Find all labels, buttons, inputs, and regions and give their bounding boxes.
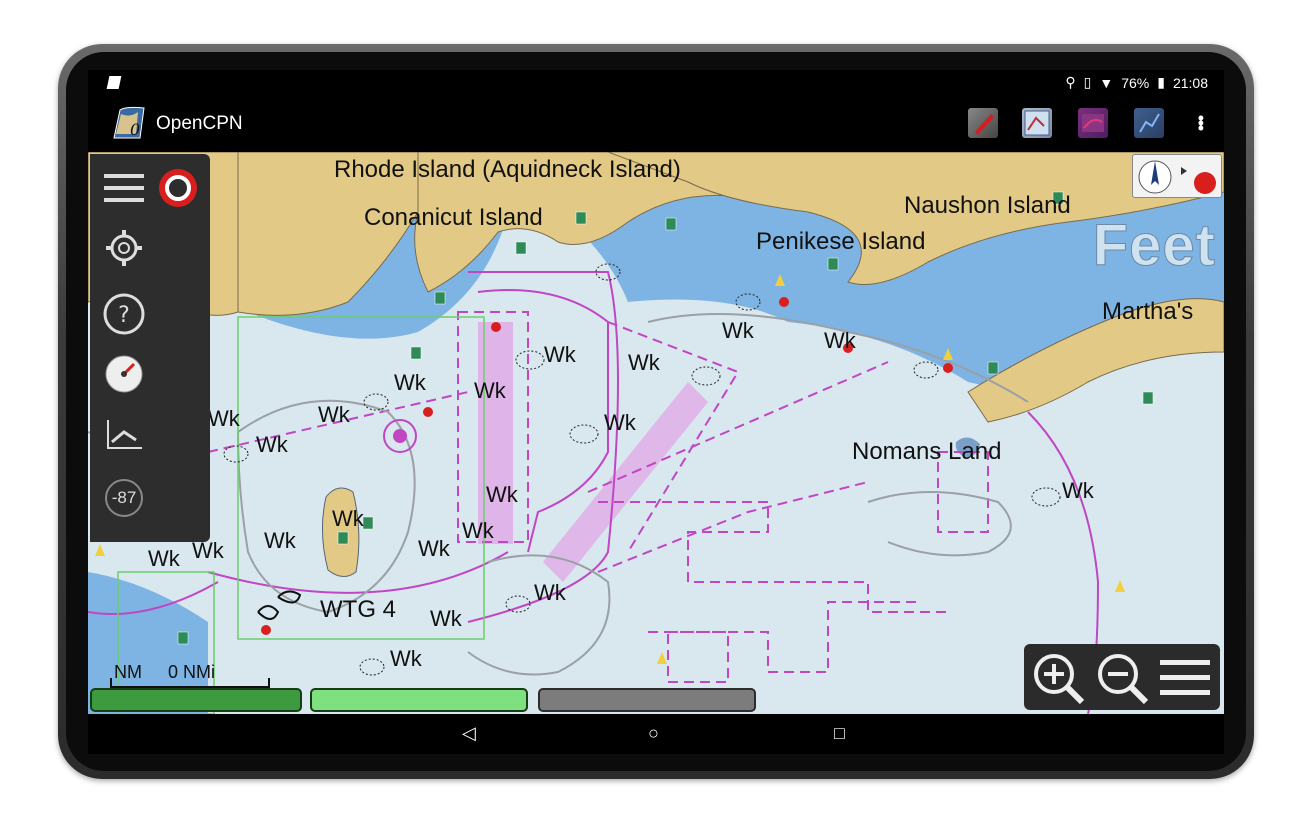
label-conanicut: Conanicut Island bbox=[364, 204, 543, 231]
lifebuoy-icon bbox=[159, 169, 197, 207]
mob-button[interactable] bbox=[154, 164, 202, 212]
wreck-label: Wk bbox=[264, 528, 296, 553]
north-arrow-icon bbox=[1138, 160, 1216, 194]
route-manager-button[interactable] bbox=[1022, 108, 1052, 138]
chart-canvas[interactable]: Rhode Island (Aquidneck Island) Conanicu… bbox=[88, 152, 1224, 714]
status-bar: ⚲ ▯ ▼ 76% ▮ 21:08 bbox=[88, 70, 1224, 96]
zoom-out-icon[interactable] bbox=[1092, 648, 1152, 708]
wreck-label: Wk bbox=[148, 546, 180, 571]
zoom-in-icon[interactable] bbox=[1028, 648, 1088, 708]
battery-icon: ▮ bbox=[1157, 74, 1165, 90]
back-icon[interactable]: ◁ bbox=[462, 723, 476, 744]
chart-bar-3[interactable] bbox=[538, 688, 756, 712]
recents-icon[interactable]: □ bbox=[834, 723, 845, 744]
label-nomans-land: Nomans Land bbox=[852, 438, 1002, 465]
compass-widget[interactable] bbox=[1132, 154, 1222, 198]
chart-bar-2[interactable] bbox=[310, 688, 528, 712]
dashboard-button[interactable] bbox=[100, 350, 148, 398]
opencpn-logo-icon: 0 bbox=[113, 106, 145, 139]
chart-bar-1[interactable] bbox=[90, 688, 302, 712]
app-title: OpenCPN bbox=[156, 113, 243, 134]
label-naushon: Naushon Island bbox=[904, 192, 1071, 219]
wifi-icon: ▼ bbox=[1099, 74, 1114, 91]
scale-bar: NM 0 NMi bbox=[110, 662, 270, 688]
wreck-label: Wk bbox=[462, 518, 494, 543]
label-rhode-island: Rhode Island (Aquidneck Island) bbox=[334, 156, 681, 183]
zoom-controls bbox=[1024, 644, 1220, 710]
overflow-menu-button[interactable]: • • • bbox=[1198, 109, 1204, 137]
wreck-label: Wk bbox=[430, 606, 462, 631]
gauge-icon bbox=[105, 355, 143, 393]
label-marthas: Martha's bbox=[1102, 298, 1194, 325]
wreck-label: Wk bbox=[318, 402, 350, 427]
svg-text:?: ? bbox=[118, 303, 130, 328]
graph-icon bbox=[107, 420, 142, 449]
ais-target-icon bbox=[975, 114, 994, 135]
svg-text:0: 0 bbox=[130, 120, 140, 139]
battery-percent: 76% bbox=[1121, 74, 1150, 91]
help-icon: ? bbox=[103, 293, 145, 335]
settings-button[interactable] bbox=[100, 224, 148, 272]
wreck-label: Wk bbox=[544, 342, 576, 367]
heading-value: -87 bbox=[111, 488, 137, 507]
clock: 21:08 bbox=[1172, 74, 1208, 91]
home-icon[interactable]: ○ bbox=[648, 723, 659, 744]
screen: ⚲ ▯ ▼ 76% ▮ 21:08 0 OpenCPN • • • Rhode … bbox=[88, 70, 1224, 754]
vibrate-icon: ▯ bbox=[1083, 74, 1092, 90]
label-wtg: WTG 4 bbox=[320, 596, 396, 623]
heading-button[interactable]: -87 bbox=[100, 474, 148, 522]
notification-icon bbox=[106, 76, 122, 89]
wreck-label: Wk bbox=[474, 378, 506, 403]
location-icon: ⚲ bbox=[1065, 74, 1076, 90]
wreck-label: Wk bbox=[628, 350, 660, 375]
menu-icon bbox=[104, 174, 144, 202]
app-bar: 0 OpenCPN • • • bbox=[88, 96, 1224, 152]
status-icons: ⚲ ▯ ▼ 76% ▮ 21:08 bbox=[1065, 74, 1208, 91]
wreck-label: Wk bbox=[722, 318, 754, 343]
tides-currents-button[interactable] bbox=[100, 410, 148, 458]
android-nav-bar: ◁ ○ □ bbox=[88, 714, 1224, 754]
wreck-label: Wk bbox=[604, 410, 636, 435]
wreck-label: Wk bbox=[256, 432, 288, 457]
draw-route-icon bbox=[1139, 113, 1160, 133]
wreck-label: Wk bbox=[1062, 478, 1094, 503]
label-penikese: Penikese Island bbox=[756, 228, 926, 255]
wreck-label: Wk bbox=[208, 406, 240, 431]
scale-label-right: 0 NMi bbox=[168, 662, 216, 682]
wreck-label: Wk bbox=[390, 646, 422, 671]
tracks-button[interactable] bbox=[1078, 108, 1108, 138]
gear-icon bbox=[106, 230, 142, 266]
depth-units-label: Feet bbox=[1092, 213, 1216, 279]
wreck-label: Wk bbox=[418, 536, 450, 561]
draw-route-button[interactable] bbox=[1134, 108, 1164, 138]
list-menu-icon[interactable] bbox=[1158, 654, 1214, 704]
hamburger-menu-button[interactable] bbox=[100, 164, 148, 212]
wreck-label: Wk bbox=[332, 506, 364, 531]
ais-toolbar-button[interactable] bbox=[968, 108, 998, 138]
help-button[interactable]: ? bbox=[100, 290, 148, 338]
tracks-icon bbox=[1082, 114, 1104, 132]
scale-label-left: NM bbox=[114, 662, 142, 682]
wreck-label: Wk bbox=[534, 580, 566, 605]
wreck-label: Wk bbox=[394, 370, 426, 395]
wreck-label: Wk bbox=[486, 482, 518, 507]
route-manager-icon bbox=[1024, 110, 1050, 136]
wreck-label: Wk bbox=[824, 328, 856, 353]
side-menu: ? -87 bbox=[90, 154, 210, 542]
